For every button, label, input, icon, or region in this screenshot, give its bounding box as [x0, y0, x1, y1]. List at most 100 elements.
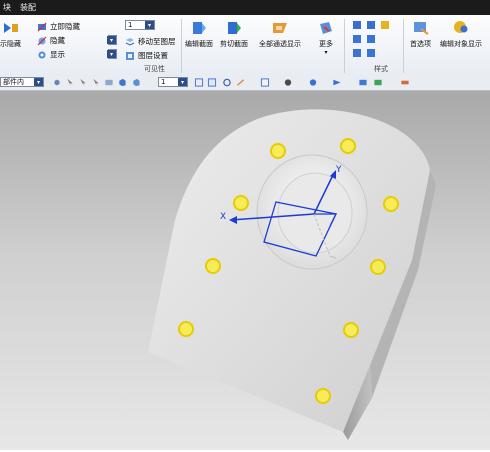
ribbon: 示隐藏 立即隐藏 隐藏 显示 ▾ ▾ 1 ▾ 移动至图层 图层设置 可见性 编辑… [0, 15, 490, 76]
move-layer-icon [125, 37, 135, 46]
layer-settings-label: 图层设置 [138, 51, 168, 60]
visibility-group-label: 可见性 [144, 65, 165, 73]
style-icon-color[interactable] [381, 21, 389, 29]
select-cursor-icon[interactable] [65, 78, 75, 87]
show-all-passing-button[interactable]: 全部通透显示 [259, 19, 301, 49]
show-hide-button[interactable]: 示隐藏 [0, 19, 21, 49]
ribbon-separator [181, 19, 182, 73]
style-icons-grid [353, 21, 389, 57]
menu-bar: 块 装配 [0, 0, 490, 15]
chevron-down-icon: ▾ [107, 36, 116, 44]
show-hide-icon [3, 23, 18, 33]
edit-section-button[interactable]: 编辑截面 [185, 19, 213, 49]
display-icon[interactable] [358, 78, 368, 87]
preferences-button[interactable]: 首选项 [410, 19, 431, 49]
show-all-passing-label: 全部通透显示 [259, 40, 301, 48]
immediate-hide-icon [37, 22, 47, 31]
more-icon [320, 22, 332, 34]
edit-section-label: 编辑截面 [185, 40, 213, 48]
select-body-icon[interactable] [117, 78, 127, 87]
menu-item-assembly[interactable]: 装配 [20, 2, 36, 13]
style-icon-studio[interactable] [353, 49, 361, 57]
y-axis-label: Y [335, 165, 342, 175]
chevron-down-icon: ▾ [107, 50, 116, 58]
clip-section-label: 剪切截面 [220, 40, 248, 48]
edit-object-display-icon [454, 21, 468, 33]
work-layer-select[interactable]: 1 ▾ [158, 77, 188, 87]
style-icon-wireframe[interactable] [353, 21, 361, 29]
render-style-icon[interactable] [283, 78, 293, 87]
select-arrow2-icon[interactable] [91, 78, 101, 87]
preferences-label: 首选项 [410, 40, 431, 48]
ribbon-separator [344, 19, 345, 73]
style-icon-hidden[interactable] [367, 35, 375, 43]
style-icon-edges[interactable] [353, 35, 361, 43]
work-layer-value: 1 [161, 78, 166, 86]
rotate-icon[interactable] [222, 78, 232, 87]
layer-settings-button[interactable]: 图层设置 [125, 50, 168, 61]
bolt-hole[interactable] [340, 138, 356, 154]
layer-select-value: 1 [128, 21, 133, 29]
menu-item-block[interactable]: 块 [3, 2, 11, 13]
background-icon[interactable] [308, 78, 318, 87]
move-to-layer-label: 移动至图层 [138, 37, 176, 46]
layer-select[interactable]: 1 ▾ [125, 20, 155, 30]
zoom-icon[interactable] [207, 78, 217, 87]
fit-view-icon[interactable] [194, 78, 204, 87]
chevron-down-icon: ▾ [145, 21, 154, 29]
show-hide-options-dropdown[interactable]: ▾ [107, 49, 117, 59]
preferences-icon [413, 22, 429, 35]
immediate-hide-label: 立即隐藏 [50, 22, 80, 31]
graphics-viewport[interactable]: X Y [0, 91, 490, 450]
bolt-hole[interactable] [383, 196, 399, 212]
layer-settings-icon [126, 51, 134, 60]
bolt-hole[interactable] [315, 388, 331, 404]
edit-object-display-button[interactable]: 编辑对象显示 [440, 19, 482, 49]
edit-object-display-label: 编辑对象显示 [440, 40, 482, 48]
measure-icon[interactable] [400, 78, 410, 87]
hide-item[interactable]: 隐藏 [37, 35, 65, 46]
pan-icon[interactable] [236, 78, 246, 87]
bolt-hole[interactable] [178, 321, 194, 337]
show-label: 显示 [50, 50, 65, 59]
clip-section-icon [228, 22, 241, 34]
style-group-label: 样式 [374, 65, 388, 73]
chevron-down-icon: ▾ [178, 78, 187, 86]
hide-label: 隐藏 [50, 36, 65, 45]
more-label: 更多 [319, 40, 333, 48]
bolt-hole[interactable] [343, 322, 359, 338]
chevron-down-icon: ▾ [34, 78, 43, 86]
show-hide-more-dropdown[interactable]: ▾ [107, 35, 117, 45]
ribbon-separator [403, 19, 404, 73]
show-icon [38, 51, 46, 58]
show-item[interactable]: 显示 [37, 49, 65, 60]
immediate-hide-item[interactable]: 立即隐藏 [37, 21, 80, 32]
x-axis-label: X [220, 212, 226, 222]
move-to-layer-button[interactable]: 移动至图层 [125, 36, 176, 47]
style-icon-shaded[interactable] [367, 21, 375, 29]
edit-display-icon[interactable] [373, 78, 383, 87]
show-passing-icon [273, 23, 287, 33]
style-icon-face[interactable] [367, 49, 375, 57]
chevron-down-icon: ▾ [324, 49, 328, 56]
more-button[interactable]: 更多 ▾ [317, 19, 335, 56]
edit-section-icon [193, 22, 206, 34]
selection-scope-select[interactable]: 部件内 ▾ [0, 77, 44, 87]
orient-view-icon[interactable] [260, 78, 270, 87]
snap-point-icon[interactable] [52, 78, 62, 87]
part-model: X Y [148, 109, 436, 440]
select-face-icon[interactable] [104, 78, 114, 87]
hide-icon [37, 36, 47, 45]
selection-toolbar: 部件内 ▾ 1 ▾ [0, 75, 490, 91]
select-solid-icon[interactable] [131, 78, 141, 87]
part-top-face[interactable] [148, 109, 430, 433]
section-view-icon[interactable] [332, 78, 342, 87]
bolt-hole[interactable] [233, 195, 249, 211]
selection-scope-value: 部件内 [3, 78, 24, 86]
show-hide-label: 示隐藏 [0, 40, 21, 48]
bolt-hole[interactable] [370, 259, 386, 275]
bolt-hole[interactable] [270, 143, 286, 159]
select-arrow-icon[interactable] [78, 78, 88, 87]
clip-section-button[interactable]: 剪切截面 [220, 19, 248, 49]
bolt-hole[interactable] [205, 258, 221, 274]
